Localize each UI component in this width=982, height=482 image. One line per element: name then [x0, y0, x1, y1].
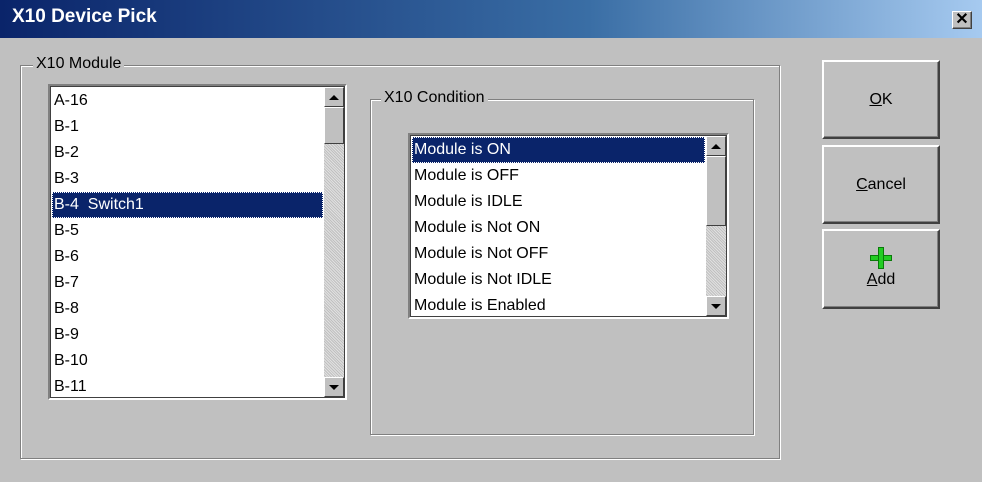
module-scrollbar[interactable] [324, 87, 344, 397]
cancel-button[interactable]: Cancel [822, 145, 940, 224]
x10-condition-label: X10 Condition [381, 89, 488, 107]
condition-list-item[interactable]: Module is Enabled [412, 293, 705, 317]
scroll-up-button[interactable] [706, 136, 726, 156]
scroll-down-button[interactable] [324, 377, 344, 397]
condition-list-item[interactable]: Module is ON [412, 137, 705, 163]
dialog-window: X10 Device Pick ✕ X10 Module A-16 B-1 B-2 B… [0, 0, 982, 482]
add-button[interactable]: Add [822, 229, 940, 309]
module-list-item[interactable]: B-10 [52, 348, 323, 374]
module-list-items: A-16 B-1 B-2 B-3 B-4 Switch1 B-5 B-6 B-7 B-8 B-9 B… [52, 88, 323, 398]
condition-list-item[interactable]: Module is Not ON [412, 215, 705, 241]
scroll-thumb[interactable] [706, 156, 726, 226]
module-list-item[interactable]: B-7 [52, 270, 323, 296]
condition-scrollbar[interactable] [706, 136, 726, 316]
x10-module-label: X10 Module [33, 55, 125, 73]
close-button[interactable]: ✕ [952, 11, 972, 29]
title-bar[interactable]: X10 Device Pick ✕ [0, 0, 982, 38]
cancel-button-label: Cancel [856, 176, 906, 193]
module-list-item[interactable]: A-16 [52, 88, 323, 114]
module-list-item[interactable]: B-1 [52, 114, 323, 140]
arrow-up-icon [711, 143, 721, 149]
add-button-label: Add [866, 271, 896, 288]
condition-list-item[interactable]: Module is IDLE [412, 189, 705, 215]
close-icon: ✕ [955, 11, 969, 28]
module-list-item[interactable]: B-9 [52, 322, 323, 348]
module-listbox[interactable]: A-16 B-1 B-2 B-3 B-4 Switch1 B-5 B-6 B-7 B-8 B-9 B… [48, 84, 347, 400]
arrow-down-icon [329, 384, 339, 390]
condition-list-item[interactable]: Module is Not IDLE [412, 267, 705, 293]
module-list-item[interactable]: B-6 [52, 244, 323, 270]
module-list-item[interactable]: B-2 [52, 140, 323, 166]
module-list-item[interactable]: B-3 [52, 166, 323, 192]
scroll-thumb[interactable] [324, 107, 344, 144]
arrow-up-icon [329, 94, 339, 100]
scroll-up-button[interactable] [324, 87, 344, 107]
module-list-item[interactable]: B-11 [52, 374, 323, 398]
module-list-item[interactable]: B-8 [52, 296, 323, 322]
window-title: X10 Device Pick [12, 6, 157, 27]
condition-list-item[interactable]: Module is OFF [412, 163, 705, 189]
condition-list-items: Module is ON Module is OFF Module is IDLE M… [412, 137, 705, 317]
module-list-item[interactable]: B-4 Switch1 [52, 192, 323, 218]
arrow-down-icon [711, 303, 721, 309]
plus-icon [870, 247, 892, 269]
condition-list-item[interactable]: Module is Not OFF [412, 241, 705, 267]
ok-button-label: OK [869, 91, 893, 108]
ok-button[interactable]: OK [822, 60, 940, 139]
scroll-down-button[interactable] [706, 296, 726, 316]
condition-listbox[interactable]: Module is ON Module is OFF Module is IDLE M… [408, 133, 729, 319]
module-list-item[interactable]: B-5 [52, 218, 323, 244]
